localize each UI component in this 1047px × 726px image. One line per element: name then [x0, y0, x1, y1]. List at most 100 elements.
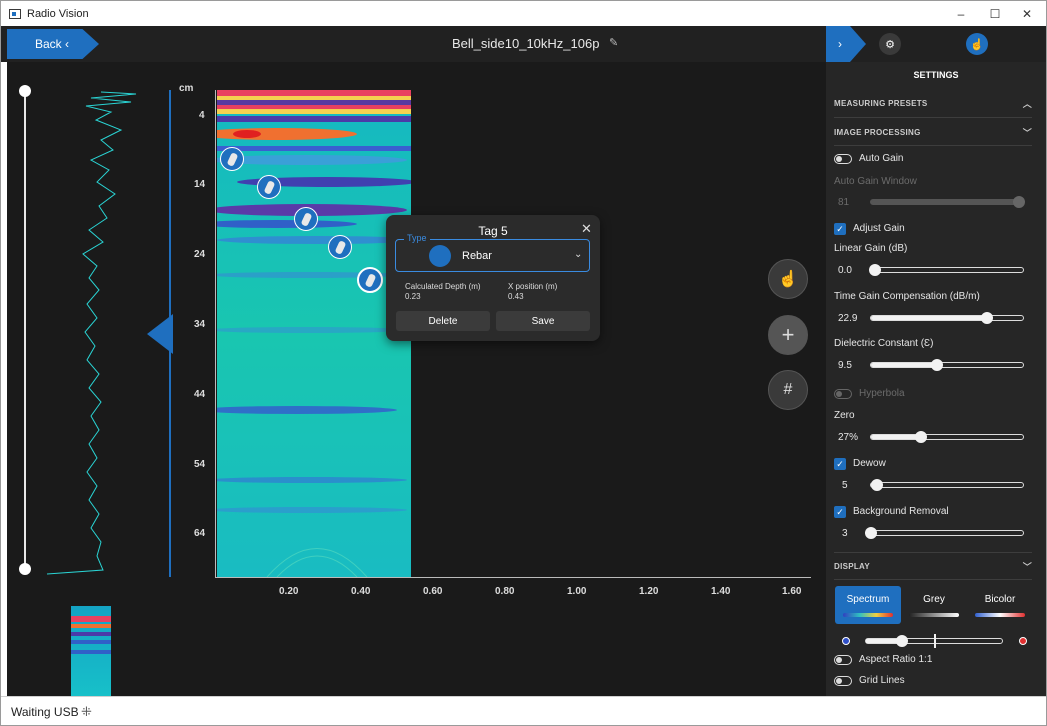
divider — [834, 117, 1032, 118]
depth-value: 0.23 — [405, 292, 421, 301]
depth-label: Calculated Depth (m) — [405, 282, 481, 291]
image-processing-section[interactable]: IMAGE PROCESSING ﹀ — [834, 119, 1032, 145]
tab-label: Bicolor — [984, 594, 1016, 605]
chevron-down-icon: ﹀ — [1022, 127, 1032, 138]
linear-gain-value: 0.0 — [838, 265, 852, 276]
slider-knob[interactable] — [869, 264, 881, 276]
close-icon[interactable]: ✕ — [581, 221, 592, 237]
type-legend: Type — [404, 233, 430, 243]
aspect-ratio-toggle[interactable] — [834, 655, 852, 665]
colormap-tab-spectrum[interactable]: Spectrum — [835, 586, 901, 624]
slider-knob[interactable] — [931, 359, 943, 371]
background-removal-slider[interactable] — [865, 527, 1024, 539]
tab-label: Grey — [923, 594, 945, 605]
y-tick: 44 — [194, 389, 206, 400]
linear-gain-slider[interactable] — [869, 264, 1024, 276]
rebar-tag-marker[interactable] — [294, 207, 318, 231]
slider-knob[interactable] — [865, 527, 877, 539]
zero-slider[interactable] — [870, 431, 1024, 443]
colormap-tab-grey[interactable]: Grey — [901, 586, 967, 624]
dewow-slider[interactable] — [870, 479, 1024, 491]
hyperbola-toggle — [834, 389, 852, 399]
dielectric-label: Dielectric Constant (Ɛ) — [834, 338, 934, 349]
rebar-tag-marker[interactable] — [257, 175, 281, 199]
spectrum-swatch — [843, 613, 893, 617]
x-tick: 0.40 — [351, 586, 371, 597]
x-tick: 1.60 — [782, 586, 802, 597]
status-text: Waiting USB — [11, 705, 79, 719]
scan-thumbnail[interactable] — [71, 606, 111, 696]
depth-range-start-handle[interactable] — [19, 85, 31, 97]
slider-knob — [1013, 196, 1025, 208]
y-tick: 34 — [194, 319, 206, 330]
x-tick: 0.20 — [279, 586, 299, 597]
auto-gain-window-label: Auto Gain Window — [834, 176, 917, 187]
tgc-slider[interactable] — [870, 312, 1024, 324]
slider-marker[interactable] — [934, 634, 936, 648]
high-color-dot — [1019, 637, 1027, 645]
x-tick: 1.40 — [711, 586, 731, 597]
zero-value: 27% — [838, 432, 859, 443]
type-value: Rebar — [462, 250, 492, 262]
touch-mode-button[interactable]: ☝ — [768, 259, 808, 299]
rebar-tag-marker-selected[interactable] — [357, 267, 383, 293]
top-header: Back ‹ Bell_side10_10kHz_106p ✎ — [1, 26, 826, 62]
slider-knob[interactable] — [915, 431, 927, 443]
chevron-right-icon: › — [838, 37, 842, 51]
save-button[interactable]: Save — [496, 311, 590, 331]
minimize-button[interactable]: – — [944, 1, 978, 26]
xpos-label: X position (m) — [508, 282, 558, 291]
dielectric-slider[interactable] — [870, 359, 1024, 371]
rebar-tag-marker[interactable] — [328, 235, 352, 259]
display-section[interactable]: DISPLAY ﹀ — [834, 553, 1032, 579]
delete-button[interactable]: Delete — [396, 311, 490, 331]
x-tick: 0.80 — [495, 586, 515, 597]
measuring-presets-section[interactable]: MEASURING PRESETS ︿ — [834, 90, 1032, 116]
divider — [834, 579, 1032, 580]
x-tick: 1.20 — [639, 586, 659, 597]
loading-spinner-icon: ⁜ — [81, 704, 92, 719]
radargram-image[interactable] — [217, 90, 411, 577]
slider-knob[interactable] — [981, 312, 993, 324]
tag-type-select[interactable]: Type Rebar ⌄ — [395, 233, 590, 272]
grid-lines-toggle[interactable] — [834, 676, 852, 686]
background-removal-value: 3 — [842, 528, 848, 539]
thumbnail-strip — [7, 604, 826, 696]
y-tick: 64 — [194, 528, 206, 539]
color-range-slider[interactable] — [865, 634, 1003, 648]
depth-unit-label: cm — [179, 83, 194, 94]
depth-range-end-handle[interactable] — [19, 563, 31, 575]
linear-gain-label: Linear Gain (dB) — [834, 243, 908, 254]
maximize-button[interactable]: ☐ — [978, 1, 1012, 26]
y-axis-line — [215, 90, 216, 578]
grid-button[interactable]: # — [768, 370, 808, 410]
pencil-icon[interactable]: ✎ — [609, 36, 618, 49]
x-tick: 0.60 — [423, 586, 443, 597]
adjust-gain-label: Adjust Gain — [853, 223, 905, 234]
grid-icon: # — [783, 381, 793, 398]
dewow-label: Dewow — [853, 458, 886, 469]
colormap-tab-bicolor[interactable]: Bicolor — [967, 586, 1033, 624]
adjust-gain-checkbox[interactable]: ✓ — [834, 223, 846, 235]
depth-range-slider[interactable] — [24, 91, 26, 569]
close-button[interactable]: ✕ — [1010, 1, 1044, 26]
slider-knob[interactable] — [896, 635, 908, 647]
back-button[interactable]: Back ‹ — [7, 29, 99, 59]
status-bar: Waiting USB ⁜ — [1, 696, 1046, 725]
gear-icon[interactable]: ⚙ — [879, 33, 901, 55]
dewow-checkbox[interactable]: ✓ — [834, 458, 846, 470]
add-tag-button[interactable]: + — [768, 315, 808, 355]
touch-icon[interactable]: ☝ — [966, 33, 988, 55]
zero-label: Zero — [834, 410, 855, 421]
hand-icon: ☝ — [778, 271, 798, 288]
grey-swatch — [909, 613, 959, 617]
section-label: IMAGE PROCESSING — [834, 127, 921, 137]
plus-icon: + — [781, 322, 795, 347]
x-tick: 1.00 — [567, 586, 587, 597]
section-label: DISPLAY — [834, 561, 871, 571]
rebar-tag-marker[interactable] — [220, 147, 244, 171]
auto-gain-toggle[interactable] — [834, 154, 852, 164]
slider-knob[interactable] — [871, 479, 883, 491]
background-removal-checkbox[interactable]: ✓ — [834, 506, 846, 518]
app-icon — [9, 8, 21, 19]
